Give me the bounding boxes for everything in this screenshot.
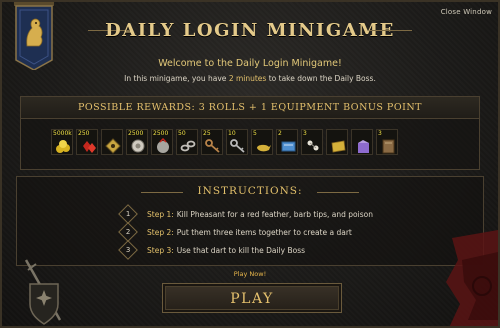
golden-lamp-icon — [257, 144, 271, 152]
step-label: Step 2: — [147, 227, 174, 237]
reward-slot[interactable]: 2500 — [151, 129, 173, 155]
reward-slot[interactable]: 5000k — [51, 129, 73, 155]
reward-quantity: 2 — [278, 130, 282, 137]
silver-medallion-icon — [131, 139, 145, 153]
bronze-key-icon — [205, 139, 220, 153]
silver-key-icon — [230, 139, 245, 153]
reward-slot[interactable] — [326, 129, 348, 155]
reward-quantity: 5 — [253, 130, 257, 137]
white-charm-icon — [307, 140, 319, 151]
play-now-label: Play Now! — [233, 270, 267, 278]
welcome-text: Welcome to the Daily Login Minigame! — [158, 58, 342, 69]
reward-quantity: 50 — [178, 130, 186, 137]
reward-quantity: 3 — [303, 130, 307, 137]
time-limit-highlight: 2 minutes — [228, 74, 267, 83]
rewards-panel: POSSIBLE REWARDS: 3 ROLLS + 1 EQUIPMENT … — [20, 96, 480, 170]
instructions-title: INSTRUCTIONS: — [197, 185, 303, 197]
reward-quantity: 2500 — [153, 130, 169, 137]
instruction-step-2: 2 Step 2: Put them three items together … — [118, 222, 352, 242]
play-button[interactable]: PLAY — [162, 283, 342, 313]
title-divider-right — [370, 30, 412, 31]
compass-rune-icon — [105, 138, 121, 154]
reward-quantity: 2500 — [128, 130, 144, 137]
intro-text: In this minigame, you have 2 minutes to … — [2, 74, 498, 83]
brown-book-icon — [382, 139, 395, 154]
step-label: Step 1: — [147, 209, 174, 219]
instruction-step-1: 1 Step 1: Kill Pheasant for a red feathe… — [118, 204, 373, 224]
gold-ticket-icon — [331, 140, 346, 153]
red-gems-icon — [83, 141, 96, 153]
reward-slot[interactable]: 3 — [301, 129, 323, 155]
reward-slot[interactable]: 3 — [376, 129, 398, 155]
step-text: Put them three items together to create … — [176, 227, 352, 237]
step-number: 3 — [125, 246, 131, 254]
reward-quantity: 10 — [228, 130, 236, 137]
step-number: 1 — [125, 210, 131, 218]
intro-text-prefix: In this minigame, you have — [124, 74, 229, 83]
reward-quantity: 3 — [378, 130, 382, 137]
reward-slot[interactable]: 10 — [226, 129, 248, 155]
instructions-panel: INSTRUCTIONS: 1 Step 1: Kill Pheasant fo… — [16, 176, 484, 266]
step-label: Step 3: — [147, 245, 174, 255]
step-number-badge: 2 — [118, 222, 138, 242]
blue-scroll-icon — [281, 141, 296, 152]
reward-quantity: 25 — [203, 130, 211, 137]
sword-shield-emblem-icon — [24, 259, 62, 325]
reward-slot[interactable]: 50 — [176, 129, 198, 155]
minigame-window: Close Window DAILY LOGIN MINIGAME Welcom… — [0, 0, 500, 328]
reward-slot[interactable]: 2500 — [126, 129, 148, 155]
close-window-link[interactable]: Close Window — [441, 8, 492, 16]
gold-coins-icon — [56, 140, 70, 153]
reward-slot[interactable] — [101, 129, 123, 155]
reward-quantity: 5000k — [53, 130, 72, 137]
step-number-badge: 1 — [118, 204, 138, 224]
red-banner-icon — [446, 230, 498, 326]
rewards-header: POSSIBLE REWARDS: 3 ROLLS + 1 EQUIPMENT … — [21, 97, 479, 119]
reward-slot[interactable]: 2 — [276, 129, 298, 155]
reward-slot[interactable] — [351, 129, 373, 155]
silver-chain-icon — [180, 140, 196, 152]
reward-slot[interactable]: 5 — [251, 129, 273, 155]
reward-quantity: 250 — [78, 130, 90, 137]
rewards-list: 5000k 250 2500 2500 50 25 10 5 2 3 3 — [51, 129, 398, 155]
instructions-divider-right — [317, 192, 359, 193]
intro-text-suffix: to take down the Daily Boss. — [266, 74, 376, 83]
reward-slot[interactable]: 25 — [201, 129, 223, 155]
instruction-step-3: 3 Step 3: Use that dart to kill the Dail… — [118, 240, 306, 260]
step-number-badge: 3 — [118, 240, 138, 260]
purple-box-icon — [358, 140, 369, 153]
step-number: 2 — [125, 228, 131, 236]
step-text: Kill Pheasant for a red feather, barb ti… — [176, 209, 373, 219]
reward-slot[interactable]: 250 — [76, 129, 98, 155]
grey-orb-icon — [157, 138, 169, 153]
page-title: DAILY LOGIN MINIGAME — [105, 20, 395, 41]
step-text: Use that dart to kill the Daily Boss — [176, 245, 306, 255]
